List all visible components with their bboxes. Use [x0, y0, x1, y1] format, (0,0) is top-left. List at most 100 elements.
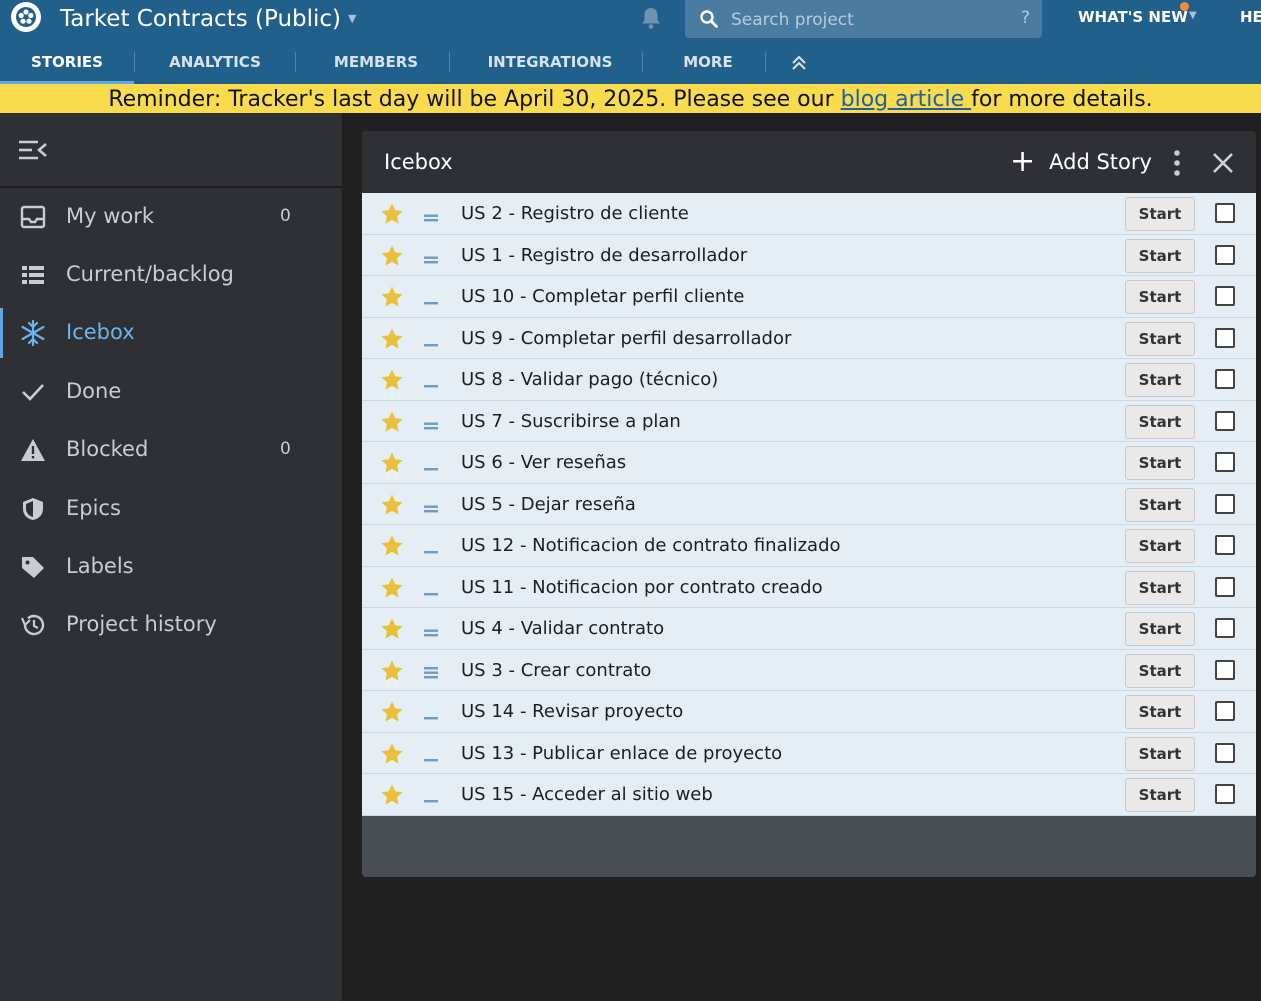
- story-select-checkbox[interactable]: [1215, 327, 1235, 348]
- sidebar-item-icebox[interactable]: Icebox: [0, 308, 342, 358]
- story-title[interactable]: US 10 - Completar perfil cliente: [461, 286, 744, 307]
- story-row[interactable]: US 13 - Publicar enlace de proyecto Start: [362, 732, 1256, 774]
- story-select-checkbox[interactable]: [1215, 244, 1235, 265]
- story-select-checkbox[interactable]: [1215, 618, 1235, 638]
- story-select-checkbox[interactable]: [1215, 742, 1235, 763]
- story-row[interactable]: US 15 - Acceder al sitio web Start: [362, 774, 1256, 816]
- story-select-checkbox[interactable]: [1215, 576, 1235, 597]
- story-row[interactable]: US 9 - Completar perfil desarrollador Sta…: [362, 317, 1256, 359]
- story-select-checkbox[interactable]: [1215, 535, 1235, 555]
- sidebar-item-blocked[interactable]: Blocked 0: [0, 425, 342, 475]
- start-story-button[interactable]: Start: [1125, 570, 1195, 605]
- story-row[interactable]: US 6 - Ver reseñas Start: [362, 442, 1256, 484]
- feature-star-icon: [381, 577, 403, 597]
- start-story-button[interactable]: Start: [1125, 363, 1195, 397]
- start-story-button[interactable]: Start: [1125, 280, 1195, 314]
- sidebar-item-current-backlog[interactable]: Current/backlog: [0, 250, 342, 300]
- project-menu-chevron-icon[interactable]: ▼: [348, 12, 356, 25]
- feature-star-icon: [381, 286, 403, 307]
- estimate-points-icon: [424, 717, 438, 720]
- story-row[interactable]: US 2 - Registro de cliente Start: [362, 193, 1256, 235]
- sidebar-item-labels[interactable]: Labels: [0, 542, 342, 592]
- sidebar: My work 0 Current/backlog Icebox Done Bl…: [0, 113, 343, 1001]
- blog-article-link[interactable]: blog article: [841, 87, 972, 112]
- collapse-header-icon[interactable]: [790, 54, 808, 72]
- start-story-button[interactable]: Start: [1125, 404, 1195, 439]
- search-icon[interactable]: [699, 9, 719, 29]
- story-row[interactable]: US 5 - Dejar reseña Start: [362, 483, 1256, 525]
- story-title[interactable]: US 11 - Notificacion por contrato creado: [461, 577, 823, 598]
- feature-star-icon: [381, 784, 403, 805]
- story-title[interactable]: US 7 - Suscribirse a plan: [461, 411, 681, 432]
- notifications-bell-icon[interactable]: [638, 5, 664, 31]
- estimate-points-icon: [424, 214, 438, 222]
- story-row[interactable]: US 12 - Notificacion de contrato finaliz…: [362, 525, 1256, 567]
- story-select-checkbox[interactable]: [1215, 493, 1235, 514]
- story-select-checkbox[interactable]: [1215, 410, 1235, 431]
- story-select-checkbox[interactable]: [1215, 369, 1235, 389]
- start-story-button[interactable]: Start: [1125, 695, 1195, 729]
- story-row[interactable]: US 11 - Notificacion por contrato creado…: [362, 566, 1256, 608]
- banner-text-end: for more details.: [971, 87, 1153, 112]
- panel-menu-icon[interactable]: [1170, 149, 1184, 177]
- story-row[interactable]: US 3 - Crear contrato Start: [362, 649, 1256, 691]
- story-title[interactable]: US 4 - Validar contrato: [461, 618, 664, 639]
- start-story-button[interactable]: Start: [1125, 653, 1195, 688]
- start-story-button[interactable]: Start: [1125, 321, 1195, 356]
- story-title[interactable]: US 13 - Publicar enlace de proyecto: [461, 743, 782, 764]
- story-select-checkbox[interactable]: [1215, 659, 1235, 680]
- story-list: US 2 - Registro de cliente Start US 1 - Re…: [362, 193, 1256, 816]
- feature-star-icon: [381, 494, 403, 514]
- collapse-sidebar-icon[interactable]: [18, 139, 48, 163]
- story-select-checkbox[interactable]: [1215, 286, 1235, 306]
- story-select-checkbox[interactable]: [1215, 452, 1235, 472]
- story-title[interactable]: US 15 - Acceder al sitio web: [461, 784, 713, 805]
- story-select-checkbox[interactable]: [1215, 701, 1235, 721]
- start-story-button[interactable]: Start: [1125, 529, 1195, 563]
- sidebar-item-done[interactable]: Done: [0, 367, 342, 417]
- start-story-button[interactable]: Start: [1125, 197, 1195, 231]
- story-title[interactable]: US 2 - Registro de cliente: [461, 203, 689, 224]
- tab-integrations[interactable]: INTEGRATIONS: [450, 44, 650, 82]
- project-title[interactable]: Tarket Contracts (Public): [60, 4, 341, 34]
- story-title[interactable]: US 1 - Registro de desarrollador: [461, 245, 747, 266]
- warning-icon: [21, 439, 45, 461]
- close-panel-icon[interactable]: [1211, 151, 1235, 175]
- story-select-checkbox[interactable]: [1215, 203, 1235, 223]
- sidebar-item-epics[interactable]: Epics: [0, 484, 342, 534]
- search-help-link[interactable]: ?: [1021, 8, 1030, 28]
- start-story-button[interactable]: Start: [1125, 238, 1195, 273]
- story-select-checkbox[interactable]: [1215, 784, 1235, 804]
- story-row[interactable]: US 8 - Validar pago (técnico) Start: [362, 359, 1256, 401]
- sidebar-item-project-history[interactable]: Project history: [0, 600, 342, 650]
- story-title[interactable]: US 9 - Completar perfil desarrollador: [461, 328, 791, 349]
- start-story-button[interactable]: Start: [1125, 446, 1195, 480]
- story-row[interactable]: US 7 - Suscribirse a plan Start: [362, 400, 1256, 442]
- story-title[interactable]: US 14 - Revisar proyecto: [461, 701, 683, 722]
- search-input[interactable]: [729, 6, 993, 34]
- start-story-button[interactable]: Start: [1125, 487, 1195, 522]
- story-row[interactable]: US 1 - Registro de desarrollador Start: [362, 234, 1256, 276]
- tracker-logo-icon[interactable]: [11, 2, 41, 32]
- feature-star-icon: [381, 203, 403, 224]
- whats-new-button[interactable]: WHAT'S NEW: [1078, 8, 1188, 26]
- help-button[interactable]: HE: [1240, 8, 1261, 26]
- tab-stories[interactable]: STORIES: [0, 44, 134, 84]
- start-story-button[interactable]: Start: [1125, 612, 1195, 646]
- sidebar-item-my-work[interactable]: My work 0: [0, 192, 342, 242]
- add-story-button[interactable]: + Add Story: [1010, 147, 1152, 177]
- tab-members[interactable]: MEMBERS: [296, 44, 456, 82]
- story-title[interactable]: US 6 - Ver reseñas: [461, 452, 626, 473]
- story-title[interactable]: US 8 - Validar pago (técnico): [461, 369, 718, 390]
- story-title[interactable]: US 12 - Notificacion de contrato finaliz…: [461, 535, 841, 556]
- story-title[interactable]: US 5 - Dejar reseña: [461, 494, 636, 515]
- tab-analytics[interactable]: ANALYTICS: [135, 44, 295, 82]
- start-story-button[interactable]: Start: [1125, 736, 1195, 771]
- story-row[interactable]: US 4 - Validar contrato Start: [362, 608, 1256, 650]
- story-row[interactable]: US 14 - Revisar proyecto Start: [362, 691, 1256, 733]
- story-row[interactable]: US 10 - Completar perfil cliente Start: [362, 276, 1256, 318]
- start-story-button[interactable]: Start: [1125, 778, 1195, 812]
- tab-more[interactable]: MORE: [643, 44, 773, 82]
- story-title[interactable]: US 3 - Crear contrato: [461, 660, 651, 681]
- whats-new-chevron-icon[interactable]: ▼: [1189, 10, 1197, 21]
